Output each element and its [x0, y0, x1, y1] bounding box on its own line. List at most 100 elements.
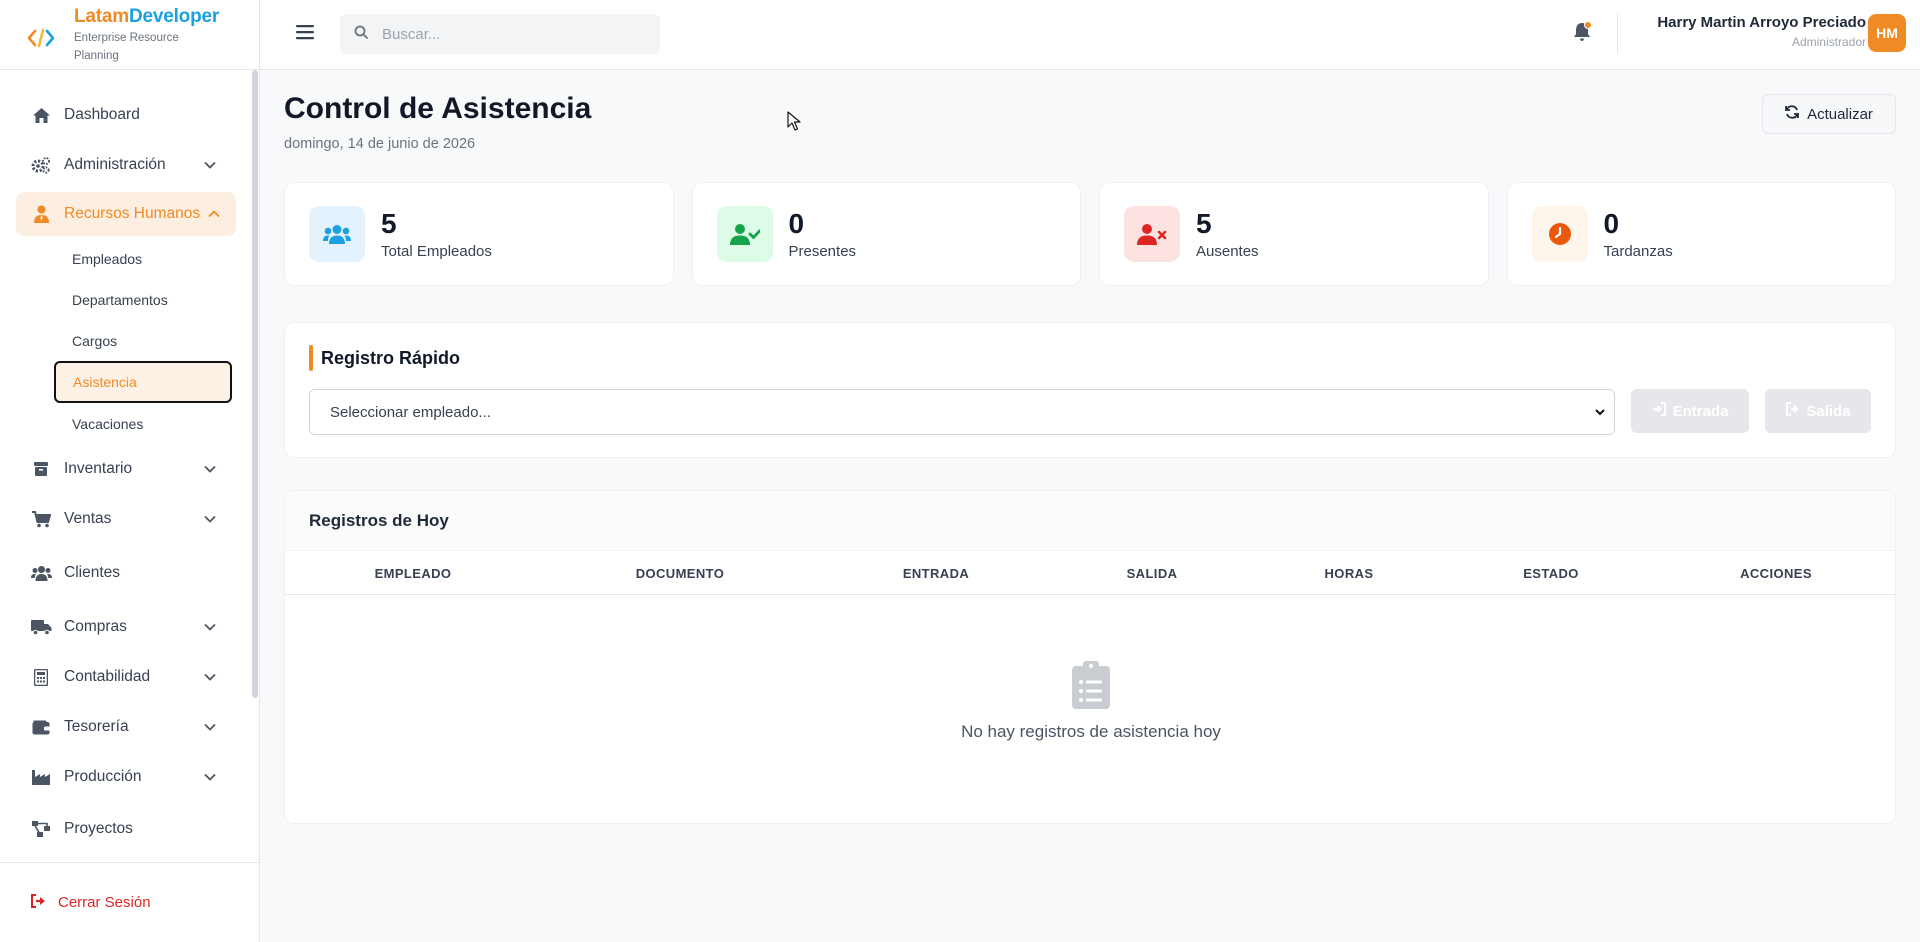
- sidebar-item-inventario[interactable]: Inventario: [0, 444, 252, 494]
- brand-name: LatamDeveloper: [74, 6, 220, 27]
- sign-in-icon: [1652, 402, 1667, 420]
- sidebar-item-tesoreria[interactable]: Tesorería: [0, 702, 252, 752]
- logout-label: Cerrar Sesión: [58, 894, 151, 911]
- hamburger-menu-icon[interactable]: [296, 24, 314, 40]
- stats-row: 5 Total Empleados 0 Presentes 5 Ausentes: [284, 182, 1896, 286]
- notifications-bell[interactable]: [1571, 20, 1593, 44]
- entry-label: Entrada: [1672, 402, 1729, 420]
- accent-bar: [309, 345, 313, 371]
- stat-card-total-empleados: 5 Total Empleados: [284, 182, 674, 286]
- sidebar-item-compras[interactable]: Compras: [0, 602, 252, 652]
- mouse-cursor-icon: [787, 111, 801, 131]
- sidebar-item-ventas[interactable]: Ventas: [0, 494, 252, 544]
- stat-label: Total Empleados: [381, 242, 492, 260]
- sign-out-icon: [30, 893, 46, 912]
- clipboard-list-icon: [1072, 661, 1110, 714]
- brand[interactable]: LatamDeveloper Enterprise Resource Plann…: [0, 0, 259, 70]
- chevron-down-icon: [204, 718, 216, 736]
- chevron-down-icon: [204, 768, 216, 786]
- topbar: Harry Martin Arroyo Preciado Administrad…: [260, 0, 1920, 70]
- column-header: DOCUMENTO: [635, 566, 725, 581]
- stat-card-ausentes: 5 Ausentes: [1099, 182, 1489, 286]
- users-icon: [30, 563, 52, 583]
- sidebar-scrollbar[interactable]: [252, 70, 258, 698]
- sidebar-item-administracion[interactable]: Administración: [0, 140, 252, 190]
- chevron-down-icon: [204, 668, 216, 686]
- sidebar-subitem-empleados[interactable]: Empleados: [0, 238, 252, 279]
- stat-card-presentes: 0 Presentes: [691, 182, 1081, 286]
- clock-icon: [1531, 206, 1588, 262]
- code-logo-icon: [27, 28, 55, 48]
- sidebar-item-clientes[interactable]: Clientes: [0, 548, 252, 598]
- sidebar-item-produccion[interactable]: Producción: [0, 752, 252, 802]
- avatar[interactable]: HM: [1868, 14, 1906, 52]
- sidebar-item-contabilidad[interactable]: Contabilidad: [0, 652, 252, 702]
- stat-value: 5: [381, 207, 397, 239]
- sidebar-item-dashboard[interactable]: Dashboard: [0, 90, 252, 140]
- sidebar-item-label: Clientes: [64, 564, 120, 581]
- users-icon: [309, 206, 365, 262]
- exit-label: Salida: [1806, 402, 1851, 420]
- refresh-label: Actualizar: [1807, 105, 1873, 123]
- sidebar-item-label: Inventario: [64, 460, 133, 477]
- quick-register-card: Registro Rápido Seleccionar empleado... …: [284, 322, 1896, 458]
- chevron-down-icon: [204, 156, 216, 174]
- column-header: ENTRADA: [902, 566, 970, 581]
- stat-card-tardanzas: 0 Tardanzas: [1506, 182, 1896, 286]
- page-title: Control de Asistencia: [284, 92, 592, 125]
- boxes-icon: [30, 459, 52, 479]
- stat-label: Ausentes: [1196, 242, 1259, 260]
- empty-state: No hay registros de asistencia hoy: [285, 661, 1895, 742]
- sidebar-item-proyectos[interactable]: Proyectos: [0, 804, 252, 854]
- search-input[interactable]: [382, 25, 642, 43]
- stat-label: Tardanzas: [1603, 242, 1673, 260]
- sidebar-subitem-vacaciones[interactable]: Vacaciones: [0, 403, 252, 444]
- user-role: Administrador: [1791, 35, 1866, 49]
- sidebar-subitem-departamentos[interactable]: Departamentos: [0, 279, 252, 320]
- column-header: ESTADO: [1523, 566, 1579, 581]
- stat-label: Presentes: [788, 242, 857, 260]
- column-header: SALIDA: [1126, 566, 1178, 581]
- employee-select[interactable]: Seleccionar empleado...: [309, 389, 1615, 435]
- logout-button[interactable]: Cerrar Sesión: [0, 862, 259, 942]
- records-title: Registros de Hoy: [285, 491, 1895, 551]
- stat-value: 0: [788, 207, 805, 239]
- chevron-up-icon: [208, 205, 220, 223]
- search-box[interactable]: [340, 14, 660, 54]
- quick-register-title-text: Registro Rápido: [321, 347, 461, 368]
- sidebar-item-recursos-humanos[interactable]: Recursos Humanos: [16, 192, 236, 236]
- sidebar-item-label: Dashboard: [64, 106, 140, 123]
- cart-icon: [30, 509, 52, 529]
- sidebar-subitem-asistencia[interactable]: Asistencia: [54, 361, 232, 403]
- calculator-icon: [30, 667, 52, 687]
- user-info[interactable]: Harry Martin Arroyo Preciado Administrad…: [1657, 14, 1866, 49]
- sidebar: LatamDeveloper Enterprise Resource Plann…: [0, 0, 260, 942]
- user-check-icon: [716, 206, 773, 262]
- cogs-icon: [30, 155, 52, 175]
- refresh-button[interactable]: Actualizar: [1762, 94, 1896, 134]
- column-header: ACCIONES: [1740, 566, 1812, 581]
- sidebar-item-label: Tesorería: [64, 718, 129, 735]
- home-icon: [30, 105, 52, 125]
- exit-button[interactable]: Salida: [1765, 389, 1871, 433]
- notification-dot: [1584, 21, 1592, 29]
- sidebar-item-label: Administración: [64, 156, 166, 173]
- entry-button[interactable]: Entrada: [1631, 389, 1749, 433]
- chevron-down-icon: [204, 460, 216, 478]
- chevron-down-icon: [204, 618, 216, 636]
- wallet-icon: [30, 717, 52, 737]
- brand-subtitle: Enterprise Resource Planning: [74, 32, 179, 62]
- truck-icon: [30, 617, 52, 637]
- sidebar-nav: Dashboard Administración Recursos Humano…: [0, 90, 252, 854]
- sign-out-icon: [1785, 402, 1800, 420]
- search-icon: [354, 25, 368, 44]
- page-date: domingo, 14 de junio de 2026: [284, 136, 476, 152]
- chevron-down-icon: [204, 510, 216, 528]
- user-tie-icon: [30, 204, 52, 224]
- sidebar-item-label: Recursos Humanos: [64, 205, 201, 222]
- records-table-header: EMPLEADO DOCUMENTO ENTRADA SALIDA HORAS …: [285, 551, 1895, 595]
- sidebar-subitem-cargos[interactable]: Cargos: [0, 320, 252, 361]
- column-header: EMPLEADO: [374, 566, 452, 581]
- project-diagram-icon: [30, 819, 52, 839]
- chevron-down-icon: [1594, 405, 1606, 423]
